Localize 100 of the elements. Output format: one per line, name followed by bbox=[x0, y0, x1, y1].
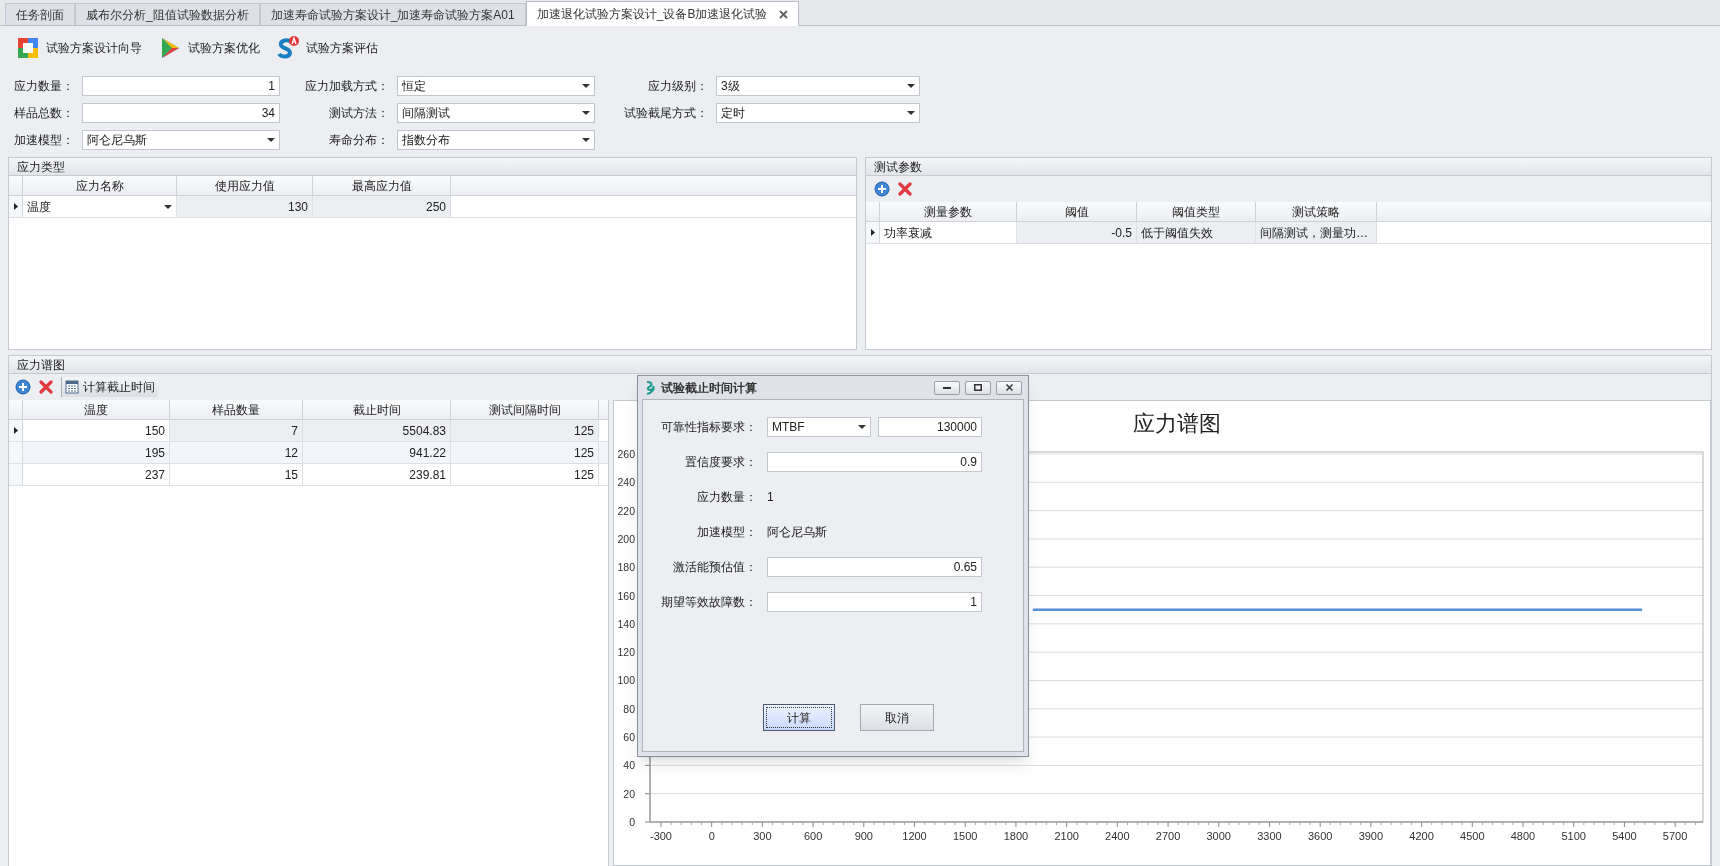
column-header[interactable]: 阈值 bbox=[1017, 202, 1137, 221]
tick-label: 900 bbox=[854, 830, 873, 842]
column-header[interactable]: 样品数量 bbox=[170, 400, 303, 419]
row-header[interactable] bbox=[9, 420, 23, 441]
calculator-icon bbox=[65, 380, 79, 394]
dialog-button[interactable]: 取消 bbox=[859, 704, 934, 731]
dropdown[interactable]: MTBF bbox=[767, 417, 871, 437]
column-header[interactable]: 温度 bbox=[23, 400, 170, 419]
table-cell: 239.81 bbox=[303, 464, 451, 485]
dropdown-caret-icon[interactable] bbox=[582, 137, 590, 142]
tick-label: 1500 bbox=[953, 830, 978, 842]
add-icon[interactable] bbox=[15, 379, 31, 395]
tick-label: 2700 bbox=[1155, 830, 1181, 842]
tab[interactable]: 任务剖面 bbox=[5, 3, 75, 25]
dropdown[interactable]: 阿仑尼乌斯 bbox=[82, 129, 280, 150]
dropdown[interactable]: 间隔测试 bbox=[397, 102, 595, 123]
column-header[interactable]: 阈值类型 bbox=[1137, 202, 1256, 221]
column-header[interactable]: 测量参数 bbox=[880, 202, 1017, 221]
window-button[interactable] bbox=[996, 380, 1022, 395]
close-icon[interactable] bbox=[779, 9, 789, 19]
tick-label: 200 bbox=[617, 532, 635, 545]
table-cell: 125 bbox=[451, 442, 599, 463]
input-field[interactable]: 0.9 bbox=[767, 452, 982, 472]
input-field[interactable]: 0.65 bbox=[767, 557, 982, 577]
tab[interactable]: 加速退化试验方案设计_设备B加速退化试验 bbox=[525, 1, 800, 26]
minimize-icon bbox=[943, 386, 951, 389]
window-button[interactable] bbox=[934, 380, 960, 395]
maximize-icon bbox=[974, 384, 982, 391]
input-field[interactable]: 1 bbox=[767, 592, 982, 612]
column-header[interactable]: 最高应力值 bbox=[313, 176, 451, 195]
tick-label: 4500 bbox=[1460, 830, 1485, 842]
column-header[interactable]: 使用应力值 bbox=[177, 176, 313, 195]
add-icon[interactable] bbox=[874, 181, 890, 197]
tick-label: 3000 bbox=[1206, 830, 1231, 842]
panel-title: 测试参数 bbox=[866, 158, 1711, 176]
toolbar-button[interactable]: 计算截止时间 bbox=[61, 377, 158, 397]
tick-label: 4200 bbox=[1409, 830, 1434, 842]
tick-label: 160 bbox=[617, 589, 635, 602]
tick-label: 240 bbox=[617, 476, 635, 489]
field-label: 期望等效故障数： bbox=[660, 594, 757, 611]
tick-label: 1800 bbox=[1003, 830, 1029, 842]
field-label: 应力级别： bbox=[647, 77, 709, 95]
column-header[interactable]: 测试间隔时间 bbox=[451, 400, 599, 419]
dialog-button[interactable]: 计算 bbox=[762, 704, 835, 731]
tick-label: 5700 bbox=[1662, 830, 1688, 842]
dropdown-caret-icon[interactable] bbox=[907, 110, 915, 115]
tick-label: 2100 bbox=[1054, 830, 1079, 842]
dropdown[interactable]: 恒定 bbox=[397, 75, 595, 96]
dropdown[interactable]: 定时 bbox=[716, 102, 920, 123]
field-label: 应力加载方式： bbox=[304, 77, 390, 95]
column-header[interactable]: 截止时间 bbox=[303, 400, 451, 419]
table-cell: 941.22 bbox=[303, 442, 451, 463]
field-label: 加速模型： bbox=[696, 524, 757, 541]
dropdown-caret-icon[interactable] bbox=[267, 137, 275, 142]
tab[interactable]: 加速寿命试验方案设计_加速寿命试验方案A01 bbox=[259, 3, 526, 25]
dropdown-caret-icon[interactable] bbox=[582, 83, 590, 88]
dropdown-caret-icon[interactable] bbox=[907, 83, 915, 88]
delete-icon[interactable] bbox=[39, 380, 53, 394]
window-button[interactable] bbox=[965, 380, 991, 395]
tick-label: 20 bbox=[623, 787, 635, 800]
tick-label: 5400 bbox=[1612, 830, 1637, 842]
table-cell: -0.5 bbox=[1017, 222, 1137, 243]
row-header[interactable] bbox=[866, 222, 880, 243]
tick-label: 80 bbox=[623, 702, 635, 715]
dropdown-caret-icon[interactable] bbox=[858, 425, 866, 429]
number-field[interactable]: 34 bbox=[82, 102, 280, 123]
tick-label: 140 bbox=[617, 617, 635, 630]
field-label: 试验截尾方式： bbox=[623, 104, 709, 122]
row-header[interactable] bbox=[9, 196, 23, 217]
toolbar-button[interactable]: 试验方案评估 bbox=[274, 33, 380, 63]
column-header[interactable]: 应力名称 bbox=[23, 176, 177, 195]
tick-label: 5100 bbox=[1561, 830, 1586, 842]
close-icon bbox=[1005, 384, 1013, 391]
colored-square-icon bbox=[16, 36, 40, 60]
tick-label: 1200 bbox=[902, 830, 927, 842]
table-cell: 低于阈值失效 bbox=[1137, 222, 1256, 243]
field-value: 1 bbox=[767, 489, 774, 506]
delete-icon[interactable] bbox=[898, 182, 912, 196]
number-field[interactable]: 1 bbox=[82, 75, 280, 96]
dropdown-caret-icon[interactable] bbox=[582, 110, 590, 115]
table-cell: 间隔测试，测量功… bbox=[1256, 222, 1377, 243]
dropdown[interactable]: 指数分布 bbox=[397, 129, 595, 150]
tick-label: 260 bbox=[617, 448, 635, 460]
dropdown-caret-icon[interactable] bbox=[164, 204, 172, 209]
tab[interactable]: 威布尔分析_阻值试验数据分析 bbox=[75, 3, 260, 25]
s-letter-badge-icon bbox=[276, 36, 300, 60]
row-pointer-icon bbox=[870, 229, 875, 236]
chart-title: 应力谱图 bbox=[1132, 411, 1221, 436]
field-label: 样品总数： bbox=[14, 104, 75, 122]
tick-label: 3900 bbox=[1358, 830, 1384, 842]
dropdown[interactable]: 3级 bbox=[716, 75, 920, 96]
toolbar-button[interactable]: 试验方案优化 bbox=[156, 33, 262, 63]
table-cell: 7 bbox=[170, 420, 303, 441]
field-label: 应力数量： bbox=[696, 489, 757, 506]
column-header[interactable]: 测试策略 bbox=[1256, 202, 1377, 221]
field-label: 加速模型： bbox=[14, 131, 75, 149]
input-field[interactable]: 130000 bbox=[878, 417, 982, 437]
tick-label: 4800 bbox=[1510, 830, 1536, 842]
toolbar-button[interactable]: 试验方案设计向导 bbox=[14, 33, 144, 63]
tick-label: 0 bbox=[708, 830, 715, 842]
